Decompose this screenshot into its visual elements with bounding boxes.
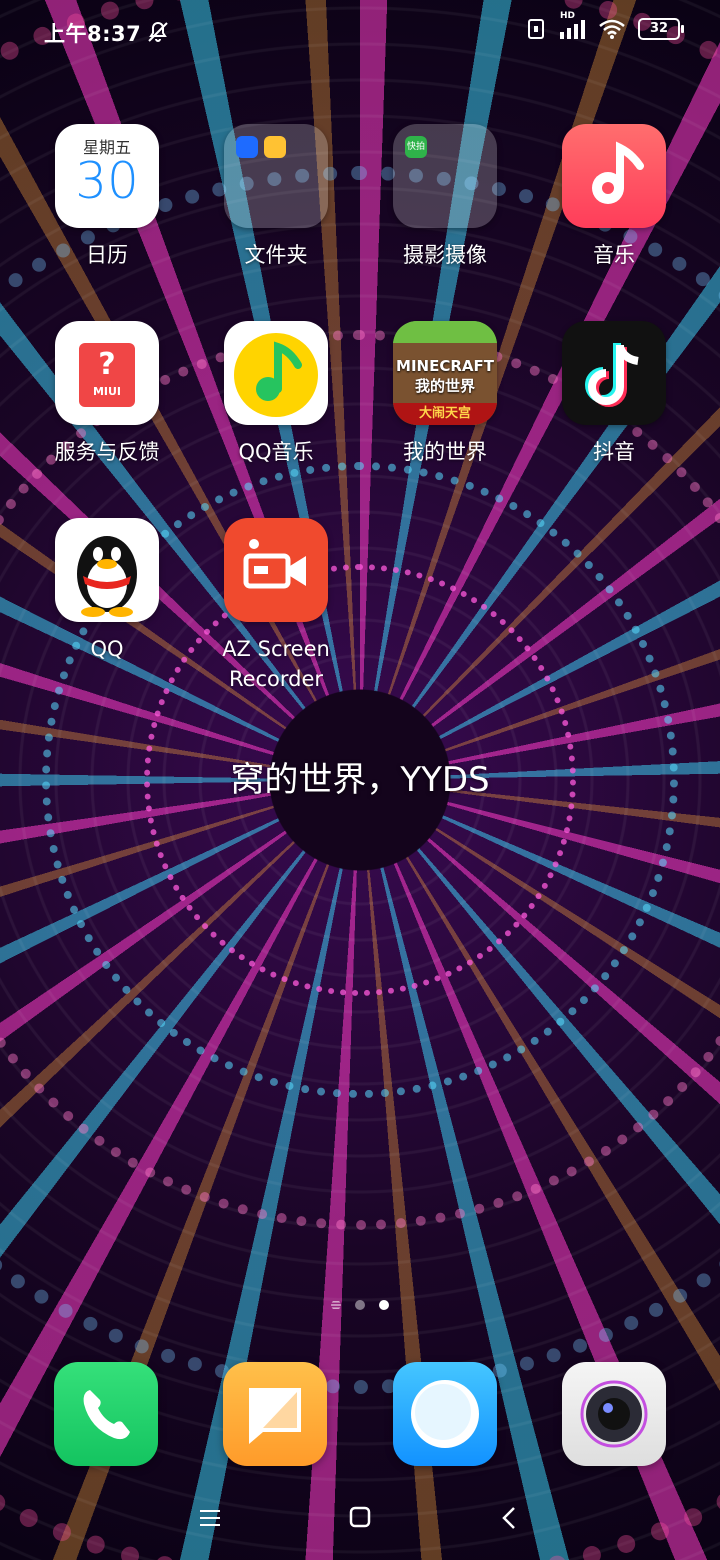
- page-dot-active: [379, 1300, 389, 1310]
- home-icon[interactable]: [340, 1502, 380, 1534]
- app-photo-video-folder[interactable]: 快拍 摄影摄像: [365, 124, 525, 270]
- app-label: 文件夹: [244, 243, 308, 267]
- camera-icon[interactable]: [562, 1362, 666, 1466]
- app-label: 摄影摄像: [403, 243, 487, 267]
- qq-music-icon: [224, 321, 328, 425]
- status-time: 上午8:37: [44, 22, 142, 46]
- notes-icon: [264, 136, 286, 158]
- minecraft-icon: MINECRAFT 我的世界 大闹天宫: [393, 321, 497, 425]
- signal-icon: HD: [558, 11, 586, 40]
- minecraft-banner: 大闹天宫: [393, 403, 497, 425]
- page-indicator[interactable]: [0, 1300, 720, 1310]
- messages-icon[interactable]: [223, 1362, 327, 1466]
- app-music[interactable]: 音乐: [534, 124, 694, 270]
- page-dot: [355, 1300, 365, 1310]
- app-label: 我的世界: [403, 440, 487, 464]
- mini-app-icon: [236, 136, 258, 158]
- app-label: 日历: [86, 243, 128, 267]
- home-widget-text: 窝的世界，YYDS: [230, 760, 490, 800]
- home-screen: 上午8:37 HD 32 星期五 30 日历 文件夹 快拍 摄影摄像 音乐 ? …: [0, 0, 720, 1560]
- status-bar: 上午8:37 HD 32: [0, 0, 720, 64]
- phone-icon[interactable]: [54, 1362, 158, 1466]
- navigation-bar: [0, 1488, 720, 1548]
- app-calendar[interactable]: 星期五 30 日历: [27, 124, 187, 270]
- app-label: 抖音: [593, 440, 635, 464]
- mute-bell-icon: [148, 21, 168, 42]
- miui-badge: MIUI: [92, 385, 122, 398]
- menu-icon[interactable]: [190, 1502, 230, 1534]
- back-icon[interactable]: [490, 1502, 530, 1534]
- wifi-icon: [599, 19, 625, 39]
- video-camera-icon: [224, 518, 328, 622]
- folder-icon: 快拍: [393, 124, 497, 228]
- music-icon: [562, 124, 666, 228]
- app-az-screen-recorder[interactable]: AZ Screen Recorder: [196, 518, 356, 694]
- browser-icon[interactable]: [393, 1362, 497, 1466]
- app-label: QQ: [90, 637, 124, 661]
- app-folder[interactable]: 文件夹: [196, 124, 356, 270]
- app-label: AZ Screen Recorder: [222, 637, 330, 691]
- app-qq-music[interactable]: QQ音乐: [196, 321, 356, 467]
- app-douyin[interactable]: 抖音: [534, 321, 694, 467]
- service-feedback-icon: ? MIUI: [55, 321, 159, 425]
- douyin-icon: [562, 321, 666, 425]
- app-service-feedback[interactable]: ? MIUI 服务与反馈: [27, 321, 187, 467]
- app-label: QQ音乐: [238, 440, 314, 464]
- battery-icon: 32: [638, 18, 684, 40]
- status-icons: HD 32: [526, 11, 684, 40]
- rotation-lock-icon: [528, 19, 544, 39]
- folder-icon: [224, 124, 328, 228]
- kuaipai-icon: 快拍: [405, 136, 427, 158]
- calendar-day: 30: [75, 152, 139, 210]
- app-label: 音乐: [593, 243, 635, 267]
- calendar-icon: 星期五 30: [55, 124, 159, 228]
- qq-penguin-icon: [55, 518, 159, 622]
- app-qq[interactable]: QQ: [27, 518, 187, 664]
- minecraft-logo: MINECRAFT 我的世界: [396, 357, 494, 395]
- feed-page-icon: [331, 1301, 341, 1309]
- app-label: 服务与反馈: [54, 440, 160, 464]
- app-minecraft[interactable]: MINECRAFT 我的世界 大闹天宫 我的世界: [365, 321, 525, 467]
